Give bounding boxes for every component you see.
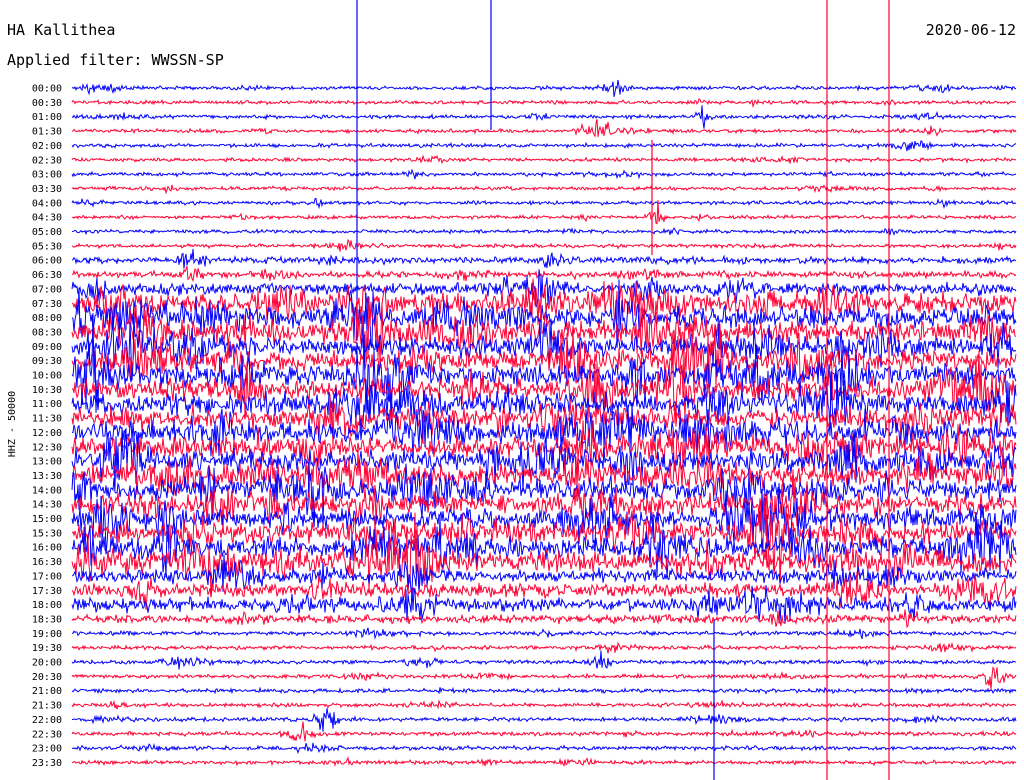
trace-row-1 (71, 98, 1017, 109)
row-time-label: 06:30 (32, 270, 62, 281)
row-time-label: 21:30 (32, 701, 62, 712)
trace-row-7 (71, 184, 1017, 195)
row-time-label: 02:30 (32, 155, 62, 166)
trace-row-5 (71, 154, 1017, 165)
row-time-label: 15:30 (32, 528, 62, 539)
trace-layer (71, 79, 1017, 767)
trace-row-42 (71, 686, 1017, 695)
row-time-label: 14:30 (32, 500, 62, 511)
row-time-label: 10:30 (32, 385, 62, 396)
row-time-label: 14:00 (32, 485, 62, 496)
trace-row-8 (71, 197, 1017, 210)
row-time-label: 18:30 (32, 614, 62, 625)
trace-row-43 (71, 699, 1017, 710)
row-time-label: 18:00 (32, 600, 62, 611)
row-time-label: 17:30 (32, 586, 62, 597)
trace-row-38 (71, 627, 1017, 640)
row-time-label: 16:00 (32, 543, 62, 554)
row-time-label: 23:30 (32, 758, 62, 769)
row-time-label: 00:30 (32, 98, 62, 109)
channel-scale-label: HHZ - 50000 (7, 391, 18, 457)
trace-row-46 (71, 742, 1017, 755)
row-time-label: 03:00 (32, 170, 62, 181)
row-time-label: 12:30 (32, 442, 62, 453)
time-label-layer: 00:00 00:30 01:00 01:30 02:00 02:30 03:00 03:30… (32, 84, 62, 769)
row-time-label: 16:30 (32, 557, 62, 568)
row-time-label: 08:30 (32, 327, 62, 338)
row-time-label: 19:00 (32, 629, 62, 640)
row-time-label: 17:00 (32, 571, 62, 582)
row-time-label: 21:00 (32, 686, 62, 697)
trace-row-0 (71, 79, 1016, 98)
row-time-label: 06:00 (32, 256, 62, 267)
row-time-label: 09:00 (32, 342, 62, 353)
trace-row-10 (71, 227, 1017, 236)
row-time-label: 22:30 (32, 729, 62, 740)
row-time-label: 00:00 (32, 84, 62, 95)
trace-row-2 (71, 105, 1017, 129)
trace-row-47 (71, 756, 1017, 767)
row-time-label: 03:30 (32, 184, 62, 195)
trace-row-39 (71, 641, 1017, 654)
row-time-label: 12:00 (32, 428, 62, 439)
row-time-label: 09:30 (32, 356, 62, 367)
row-time-label: 02:00 (32, 141, 62, 152)
row-time-label: 20:00 (32, 658, 62, 669)
trace-row-41 (71, 666, 1017, 691)
row-time-label: 08:00 (32, 313, 62, 324)
row-time-label: 22:00 (32, 715, 62, 726)
row-time-label: 13:00 (32, 457, 62, 468)
row-time-label: 01:00 (32, 112, 62, 123)
row-time-label: 04:00 (32, 198, 62, 209)
row-time-label: 15:00 (32, 514, 62, 525)
row-time-label: 13:30 (32, 471, 62, 482)
row-time-label: 05:30 (32, 241, 62, 252)
row-time-label: 04:30 (32, 213, 62, 224)
row-time-label: 19:30 (32, 643, 62, 654)
trace-row-37 (71, 609, 1017, 629)
trace-row-12 (71, 248, 1017, 269)
trace-row-13 (71, 265, 1017, 283)
row-time-label: 01:30 (32, 127, 62, 138)
row-time-label: 11:00 (32, 399, 62, 410)
trace-row-40 (71, 650, 1017, 670)
row-time-label: 05:00 (32, 227, 62, 238)
row-time-label: 11:30 (32, 414, 62, 425)
row-time-label: 07:30 (32, 299, 62, 310)
row-time-label: 10:00 (32, 371, 62, 382)
row-time-label: 23:00 (32, 744, 62, 755)
trace-row-44 (71, 708, 1017, 732)
trace-row-3 (71, 119, 1017, 138)
trace-row-4 (71, 140, 1017, 152)
row-time-label: 20:30 (32, 672, 62, 683)
trace-row-6 (71, 168, 1017, 180)
seismogram-plot: 00:00 00:30 01:00 01:30 02:00 02:30 03:00 03:30… (7, 0, 1017, 780)
trace-row-45 (71, 721, 1017, 742)
row-time-label: 07:00 (32, 284, 62, 295)
trace-row-11 (71, 238, 1017, 252)
